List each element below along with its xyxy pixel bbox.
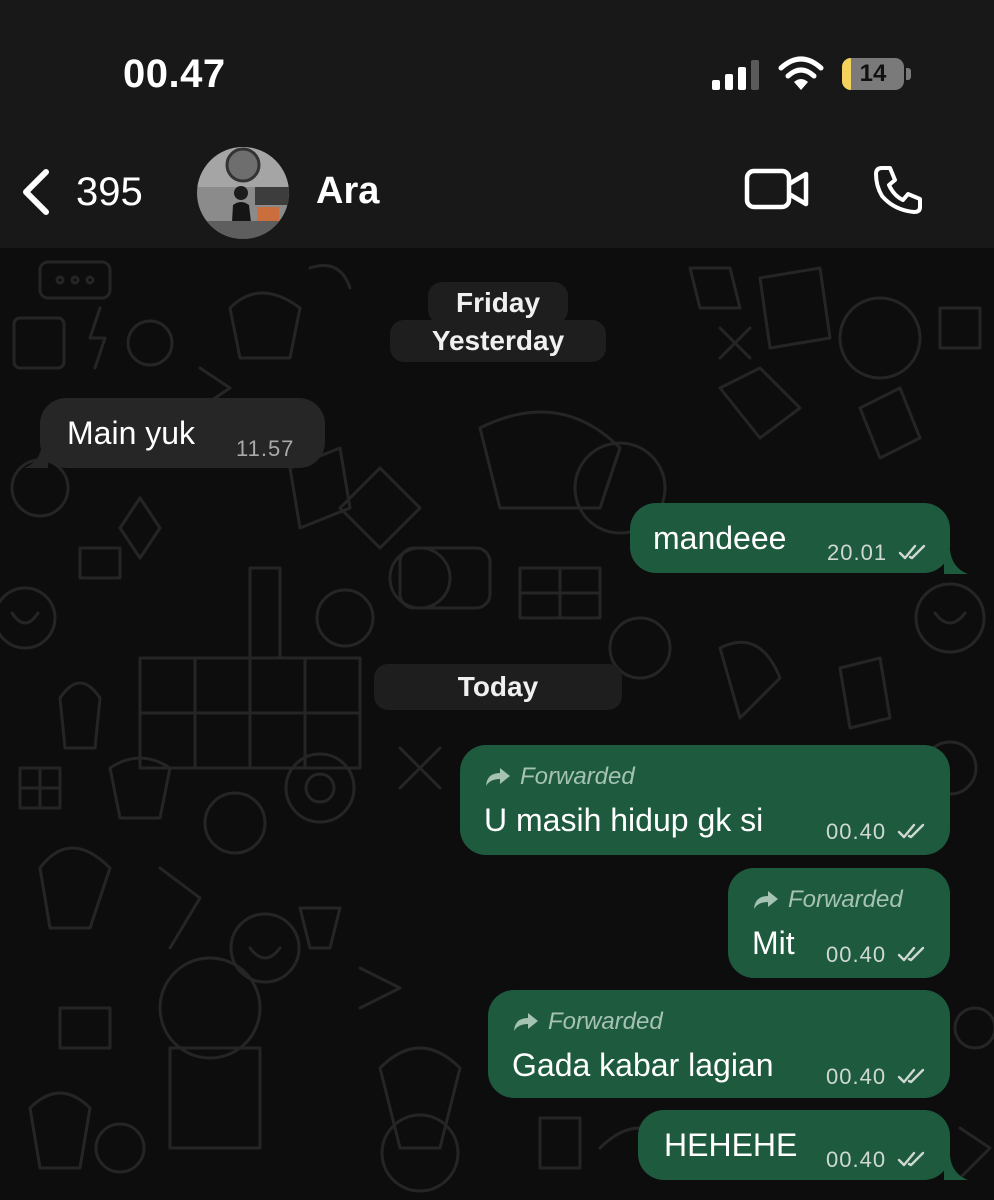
forwarded-label: Forwarded <box>512 1008 663 1036</box>
back-button[interactable]: 395 <box>18 162 143 222</box>
status-bar: 00.47 14 <box>0 0 994 140</box>
message-bubble-outgoing[interactable]: HEHEHE 00.40 <box>638 1110 950 1180</box>
message-bubble-incoming[interactable]: Main yuk 11.57 <box>40 398 325 468</box>
message-time: 00.40 <box>826 1147 887 1172</box>
chat-area[interactable]: Friday Yesterday Today Main yuk 11.57 ma… <box>0 248 994 1200</box>
forward-arrow-icon <box>514 1013 538 1031</box>
bubble-tail <box>944 550 968 574</box>
chat-header: 395 Ara <box>0 140 994 248</box>
bubble-tail <box>944 1156 968 1180</box>
unread-count: 395 <box>76 169 143 214</box>
forward-arrow-icon <box>754 891 778 909</box>
contact-name[interactable]: Ara <box>316 170 379 213</box>
message-time: 00.40 <box>826 1064 887 1089</box>
read-receipt-icon <box>898 544 926 560</box>
message-time: 11.57 <box>236 436 295 461</box>
message-time: 00.40 <box>826 819 887 844</box>
forwarded-label: Forwarded <box>484 763 635 791</box>
battery-icon: 14 <box>842 58 912 92</box>
message-text: Gada kabar lagian <box>512 1047 774 1083</box>
back-chevron-icon <box>23 169 49 215</box>
bubble-tail <box>24 444 48 468</box>
wifi-icon <box>778 56 824 90</box>
message-bubble-outgoing[interactable]: mandeee 20.01 <box>630 503 950 573</box>
message-text: Mit <box>752 925 795 961</box>
read-receipt-icon <box>897 823 925 839</box>
message-bubble-outgoing[interactable]: Forwarded Gada kabar lagian 00.40 <box>488 990 950 1098</box>
message-time: 20.01 <box>827 540 888 565</box>
message-text: HEHEHE <box>664 1127 798 1163</box>
video-call-icon[interactable] <box>744 166 810 212</box>
battery-level: 14 <box>859 60 887 87</box>
message-text: mandeee <box>653 520 787 556</box>
read-receipt-icon <box>897 1068 925 1084</box>
date-chip-yesterday: Yesterday <box>390 320 606 362</box>
read-receipt-icon <box>897 1151 925 1167</box>
avatar[interactable] <box>197 147 289 239</box>
forwarded-label: Forwarded <box>752 886 903 914</box>
phone-call-icon[interactable] <box>872 164 924 216</box>
message-time: 00.40 <box>826 942 887 967</box>
status-time: 00.47 <box>123 52 226 96</box>
date-chip-today: Today <box>374 664 622 710</box>
forward-arrow-icon <box>486 768 510 786</box>
message-bubble-outgoing[interactable]: Forwarded Mit 00.40 <box>728 868 950 978</box>
signal-icon <box>712 60 759 90</box>
message-text: U masih hidup gk si <box>484 802 764 838</box>
message-text: Main yuk <box>67 415 196 451</box>
message-bubble-outgoing[interactable]: Forwarded U masih hidup gk si 00.40 <box>460 745 950 855</box>
read-receipt-icon <box>897 946 925 962</box>
date-chip-friday: Friday <box>428 282 568 324</box>
